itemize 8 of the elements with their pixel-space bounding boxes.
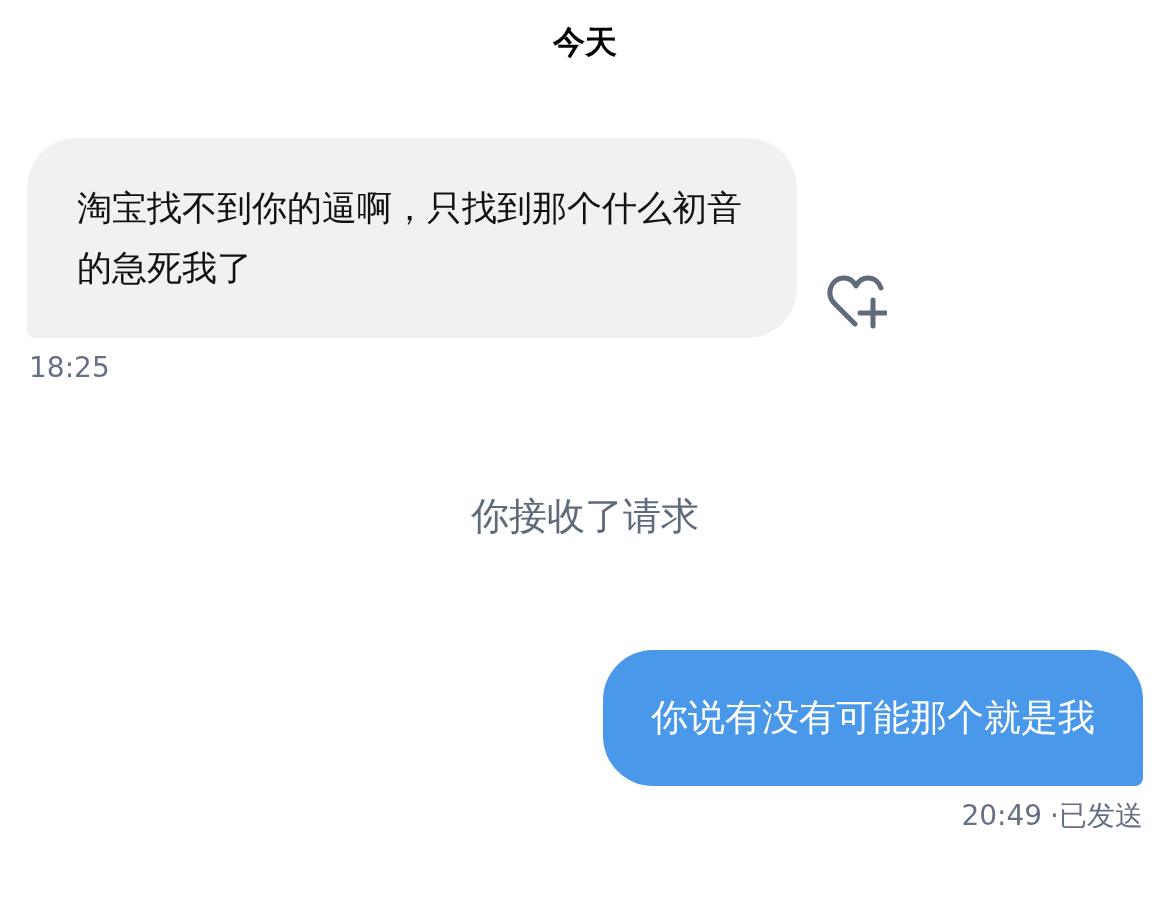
message-time: 20:49 xyxy=(961,798,1043,834)
message-bubble: 淘宝找不到你的逼啊，只找到那个什么初音的急死我了 xyxy=(27,138,797,338)
message-bubble: 你说有没有可能那个就是我 xyxy=(603,650,1143,786)
heart-plus-icon[interactable] xyxy=(827,274,887,330)
message-time: 18:25 xyxy=(28,350,110,386)
date-header: 今天 xyxy=(551,22,618,63)
delivery-status: ·已发送 xyxy=(1050,798,1143,834)
system-notice: 你接收了请求 xyxy=(469,493,700,540)
